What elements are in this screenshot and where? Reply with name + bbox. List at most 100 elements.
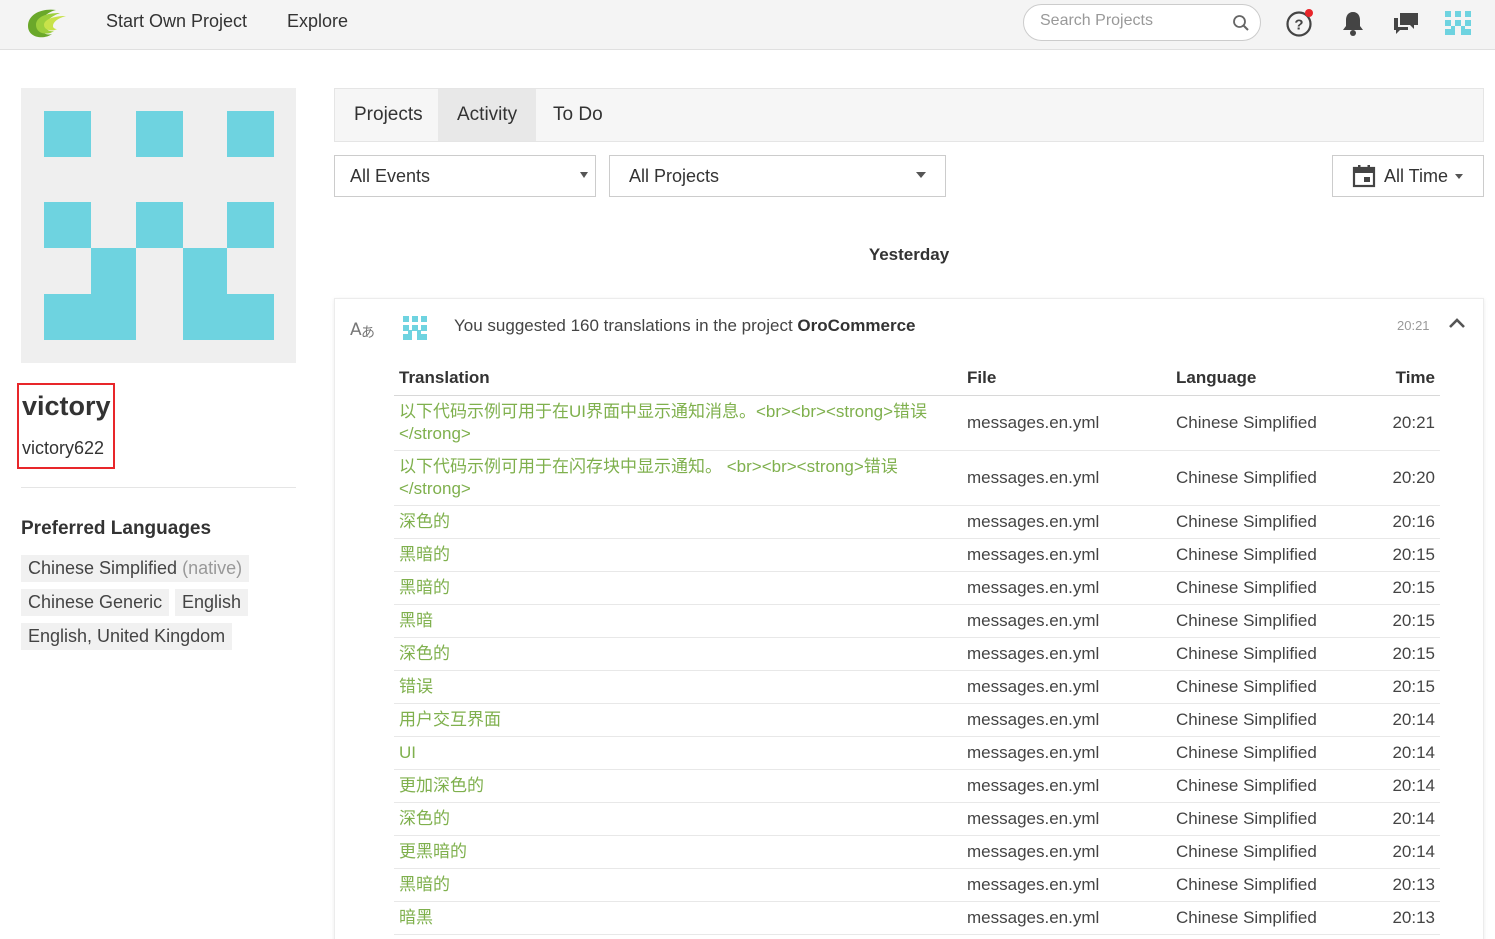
chevron-up-icon[interactable] <box>1448 316 1466 330</box>
translation-cell[interactable]: 暗黑 <box>394 901 962 935</box>
file-cell: messages.en.yml <box>962 769 1171 803</box>
translation-cell[interactable]: 更加深色的 <box>394 769 962 803</box>
language-cell: Chinese Simplified <box>1171 802 1351 836</box>
bell-icon[interactable] <box>1338 8 1368 38</box>
file-cell: messages.en.yml <box>962 538 1171 572</box>
translation-cell[interactable]: 黑暗的 <box>394 571 962 605</box>
translation-cell[interactable]: 黑暗的 <box>394 868 962 902</box>
tab-todo[interactable]: To Do <box>534 89 622 141</box>
time-cell: 20:21 <box>1351 395 1440 451</box>
activity-card: A あ You suggested 160 translations in th… <box>334 298 1484 939</box>
file-cell: messages.en.yml <box>962 505 1171 539</box>
table-row: 黑暗的 messages.en.yml Chinese Simplified 20:1… <box>394 868 1440 902</box>
translation-cell[interactable]: 错误 <box>394 670 962 704</box>
translation-cell[interactable]: 深色的 <box>394 505 962 539</box>
search-input[interactable] <box>1040 12 1230 30</box>
translation-cell[interactable]: 以下代码示例可用于在闪存块中显示通知。 <br><br><strong>错误</… <box>394 450 962 506</box>
language-chip-label: English <box>182 592 242 612</box>
translation-cell[interactable]: 黑暗的 <box>394 538 962 572</box>
profile-avatar <box>21 88 296 363</box>
time-cell: 20:14 <box>1351 703 1440 737</box>
events-filter-select[interactable]: All Events <box>334 155 596 197</box>
file-cell: messages.en.yml <box>962 736 1171 770</box>
file-cell: messages.en.yml <box>962 395 1171 451</box>
projects-filter-select[interactable]: All Projects <box>609 155 946 197</box>
time-cell: 20:15 <box>1351 604 1440 638</box>
language-cell: Chinese Simplified <box>1171 901 1351 935</box>
translation-cell[interactable]: 用户交互界面 <box>394 703 962 737</box>
file-cell: messages.en.yml <box>962 868 1171 902</box>
activity-project-link[interactable]: OroCommerce <box>797 316 915 335</box>
explore-link[interactable]: Explore <box>287 11 348 32</box>
language-cell: Chinese Simplified <box>1171 505 1351 539</box>
native-note: (native) <box>182 558 243 578</box>
language-chip-label: English, United Kingdom <box>28 626 226 646</box>
calendar-icon <box>1352 165 1376 188</box>
events-filter-value: All Events <box>350 166 431 186</box>
activity-time: 20:21 <box>1397 318 1430 333</box>
translation-cell[interactable]: 深色的 <box>394 802 962 836</box>
time-cell: 20:15 <box>1351 571 1440 605</box>
time-cell: 20:15 <box>1351 538 1440 572</box>
table-row: UI messages.en.yml Chinese Simplified 20:14 <box>394 736 1440 770</box>
file-cell: messages.en.yml <box>962 604 1171 638</box>
time-cell: 20:20 <box>1351 450 1440 506</box>
tab-projects[interactable]: Projects <box>335 89 442 141</box>
translation-cell[interactable]: UI <box>394 736 962 770</box>
table-row: 暗黑 messages.en.yml Chinese Simplified 20:13 <box>394 901 1440 935</box>
chat-icon[interactable] <box>1391 8 1421 38</box>
table-row: 更加深色的 messages.en.yml Chinese Simplified 20… <box>394 769 1440 803</box>
language-chip: Chinese Simplified (native) <box>21 555 250 582</box>
column-header-file: File <box>962 361 1171 396</box>
language-cell: Chinese Simplified <box>1171 868 1351 902</box>
table-row: 更黑暗的 messages.en.yml Chinese Simplified 20:… <box>394 835 1440 869</box>
table-row: 以下代码示例可用于在闪存块中显示通知。 <br><br><strong>错误</… <box>394 450 1440 506</box>
preferred-languages-title: Preferred Languages <box>21 518 212 539</box>
crowdin-logo[interactable] <box>22 4 72 40</box>
language-cell: Chinese Simplified <box>1171 450 1351 506</box>
column-header-translation: Translation <box>394 361 962 396</box>
language-chip: Chinese Generic <box>21 589 170 616</box>
column-header-time: Time <box>1351 361 1440 396</box>
activity-summary: You suggested 160 translations in the pr… <box>454 316 916 336</box>
time-filter-value: All Time <box>1384 166 1449 186</box>
search-box[interactable] <box>1023 4 1261 41</box>
translation-cell[interactable]: 黑暗 <box>394 604 962 638</box>
chevron-down-icon <box>580 172 588 178</box>
translation-cell[interactable]: 深色的 <box>394 637 962 671</box>
svg-text:?: ? <box>1294 17 1303 34</box>
projects-filter-value: All Projects <box>629 166 720 186</box>
file-cell: messages.en.yml <box>962 670 1171 704</box>
translation-cell[interactable]: 以下代码示例可用于在UI界面中显示通知消息。<br><br><strong>错误… <box>394 395 962 451</box>
user-avatar-icon <box>403 316 427 340</box>
column-header-language: Language <box>1171 361 1351 396</box>
language-cell: Chinese Simplified <box>1171 670 1351 704</box>
tab-activity[interactable]: Activity <box>438 89 537 141</box>
time-cell: 20:14 <box>1351 769 1440 803</box>
time-cell: 20:16 <box>1351 505 1440 539</box>
table-row: 用户交互界面 messages.en.yml Chinese Simplified 2… <box>394 703 1440 737</box>
profile-username: victory622 <box>22 438 105 458</box>
table-row: 黑暗的 messages.en.yml Chinese Simplified 20:1… <box>394 571 1440 605</box>
time-filter-button[interactable]: All Time <box>1332 155 1484 197</box>
top-navbar: Start Own Project Explore ? <box>0 0 1495 50</box>
table-row: 黑暗的 messages.en.yml Chinese Simplified 20:1… <box>394 538 1440 572</box>
time-cell: 20:13 <box>1351 901 1440 935</box>
day-group-label: Yesterday <box>868 245 950 264</box>
translation-cell[interactable]: 更黑暗的 <box>394 835 962 869</box>
table-header-row: Translation File Language Time <box>394 361 1440 396</box>
language-cell: Chinese Simplified <box>1171 395 1351 451</box>
start-own-project-link[interactable]: Start Own Project <box>106 11 247 32</box>
search-icon[interactable] <box>1232 14 1250 32</box>
profile-name-highlight: victory victory622 <box>17 383 115 469</box>
user-avatar-icon[interactable] <box>1443 8 1473 38</box>
help-icon[interactable]: ? <box>1285 8 1315 38</box>
language-cell: Chinese Simplified <box>1171 835 1351 869</box>
translations-table-body: 以下代码示例可用于在UI界面中显示通知消息。<br><br><strong>错误… <box>394 395 1440 935</box>
language-chip: English, United Kingdom <box>21 623 233 650</box>
time-cell: 20:14 <box>1351 835 1440 869</box>
time-cell: 20:15 <box>1351 670 1440 704</box>
language-chip: English <box>175 589 249 616</box>
table-row: 错误 messages.en.yml Chinese Simplified 20:15 <box>394 670 1440 704</box>
time-cell: 20:14 <box>1351 802 1440 836</box>
